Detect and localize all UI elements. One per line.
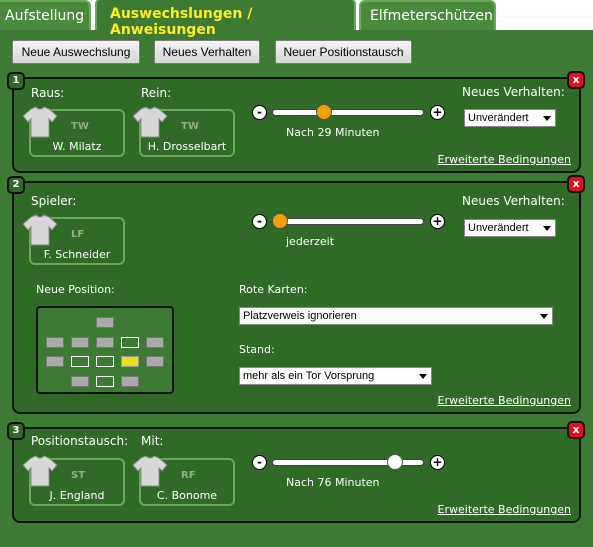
- new-position-swap-button[interactable]: Neuer Positionstausch: [275, 40, 412, 64]
- advanced-conditions-link[interactable]: Erweiterte Bedingungen: [438, 394, 571, 407]
- shirt-icon: [22, 214, 58, 246]
- slider-track[interactable]: [272, 218, 424, 225]
- position-slot[interactable]: [96, 337, 114, 348]
- panel-number-badge: 1: [7, 72, 25, 90]
- delete-instruction-button[interactable]: x: [567, 175, 585, 193]
- shirt-icon: [22, 455, 58, 487]
- position-slot[interactable]: [96, 356, 114, 367]
- slider-knob[interactable]: [386, 454, 403, 470]
- minus-button[interactable]: -: [252, 214, 267, 229]
- tab-penalty-takers[interactable]: Elfmeterschützen: [359, 0, 496, 30]
- in-label: Rein:: [141, 86, 172, 100]
- position-slot[interactable]: [46, 356, 64, 367]
- shirt-icon: [132, 106, 168, 138]
- out-label: Raus:: [31, 86, 65, 100]
- instruction-panel-2: 2 x Spieler: LF F. Schneider - + jederze…: [7, 175, 585, 414]
- slider-knob[interactable]: [315, 104, 332, 120]
- position-slot[interactable]: [121, 376, 139, 387]
- player-label: Spieler:: [31, 194, 77, 208]
- position-slot[interactable]: [96, 376, 114, 387]
- score-value: mehr als ein Tor Vorsprung: [243, 370, 375, 382]
- shirt-icon: [132, 455, 168, 487]
- swap-label: Positionstausch:: [31, 434, 129, 448]
- behaviour-value: Unverändert: [468, 112, 529, 124]
- position-slot[interactable]: [146, 337, 164, 348]
- slider-knob[interactable]: [272, 213, 288, 229]
- position-slot[interactable]: [96, 317, 114, 328]
- player-position: RF: [181, 470, 196, 481]
- delete-instruction-button[interactable]: x: [567, 71, 585, 89]
- player-name: J. England: [49, 489, 105, 502]
- player-name: W. Milatz: [52, 140, 102, 153]
- behaviour-label: Neues Verhalten:: [462, 194, 565, 208]
- player-position: LF: [71, 229, 85, 240]
- tab-lineup[interactable]: Aufstellung: [0, 0, 91, 30]
- score-select[interactable]: mehr als ein Tor Vorsprung: [239, 367, 432, 385]
- position-slot[interactable]: [146, 356, 164, 367]
- behaviour-value: Unverändert: [468, 222, 529, 234]
- player-a-card[interactable]: ST J. England: [22, 455, 125, 506]
- slider-track[interactable]: [272, 109, 424, 116]
- chevron-down-icon: [419, 374, 427, 379]
- advanced-conditions-link[interactable]: Erweiterte Bedingungen: [438, 153, 571, 166]
- position-slot[interactable]: [71, 376, 89, 387]
- position-field[interactable]: [36, 306, 174, 394]
- slider-caption: Nach 29 Minuten: [286, 126, 380, 139]
- tab-substitutions[interactable]: Auswechslungen / Anweisungen: [95, 0, 356, 38]
- shirt-icon: [22, 106, 58, 138]
- new-position-label: Neue Position:: [36, 283, 115, 296]
- position-slot[interactable]: [121, 337, 139, 348]
- position-slot[interactable]: [71, 356, 89, 367]
- position-slot-selected[interactable]: [121, 356, 139, 367]
- instruction-panel-1: 1 x Raus: Rein: TW W. Milatz TW H. Dross…: [7, 71, 585, 173]
- position-slot[interactable]: [71, 337, 89, 348]
- plus-button[interactable]: +: [430, 455, 445, 470]
- tab-bar: Aufstellung Auswechslungen / Anweisungen…: [0, 0, 593, 38]
- player-in-card[interactable]: TW H. Drosselbart: [132, 106, 235, 157]
- player-out-card[interactable]: TW W. Milatz: [22, 106, 125, 157]
- red-cards-select[interactable]: Platzverweis ignorieren: [239, 307, 553, 325]
- player-card[interactable]: LF F. Schneider: [22, 214, 125, 265]
- red-cards-value: Platzverweis ignorieren: [243, 310, 357, 322]
- advanced-conditions-link[interactable]: Erweiterte Bedingungen: [438, 503, 571, 516]
- position-slot[interactable]: [46, 337, 64, 348]
- minute-slider[interactable]: - + jederzeit: [252, 213, 452, 248]
- panel-number-badge: 2: [7, 176, 25, 194]
- instruction-panel-3: 3 x Positionstausch: Mit: ST J. England …: [7, 421, 585, 523]
- red-cards-label: Rote Karten:: [239, 283, 308, 296]
- player-position: TW: [71, 121, 89, 132]
- behaviour-select[interactable]: Unverändert: [464, 219, 556, 237]
- slider-caption: jederzeit: [286, 235, 335, 248]
- chevron-down-icon: [543, 116, 551, 121]
- plus-button[interactable]: +: [430, 214, 445, 229]
- player-name: C. Bonome: [156, 489, 218, 502]
- score-label: Stand:: [239, 343, 275, 356]
- player-position: TW: [181, 121, 199, 132]
- player-position: ST: [71, 470, 86, 481]
- chevron-down-icon: [543, 226, 551, 231]
- behaviour-select[interactable]: Unverändert: [464, 109, 556, 127]
- slider-caption: Nach 76 Minuten: [286, 476, 380, 489]
- player-name: F. Schneider: [43, 248, 111, 261]
- plus-button[interactable]: +: [430, 105, 445, 120]
- minus-button[interactable]: -: [252, 105, 267, 120]
- player-name: H. Drosselbart: [147, 140, 227, 153]
- player-b-card[interactable]: RF C. Bonome: [132, 455, 235, 506]
- new-substitution-button[interactable]: Neue Auswechslung: [12, 40, 140, 64]
- panel-number-badge: 3: [7, 422, 25, 440]
- minute-slider[interactable]: - + Nach 29 Minuten: [252, 104, 452, 139]
- chevron-down-icon: [540, 314, 548, 319]
- minute-slider[interactable]: - + Nach 76 Minuten: [252, 454, 452, 489]
- behaviour-label: Neues Verhalten:: [462, 85, 565, 99]
- delete-instruction-button[interactable]: x: [567, 421, 585, 439]
- new-behaviour-button[interactable]: Neues Verhalten: [154, 40, 260, 64]
- with-label: Mit:: [141, 434, 164, 448]
- minus-button[interactable]: -: [252, 455, 267, 470]
